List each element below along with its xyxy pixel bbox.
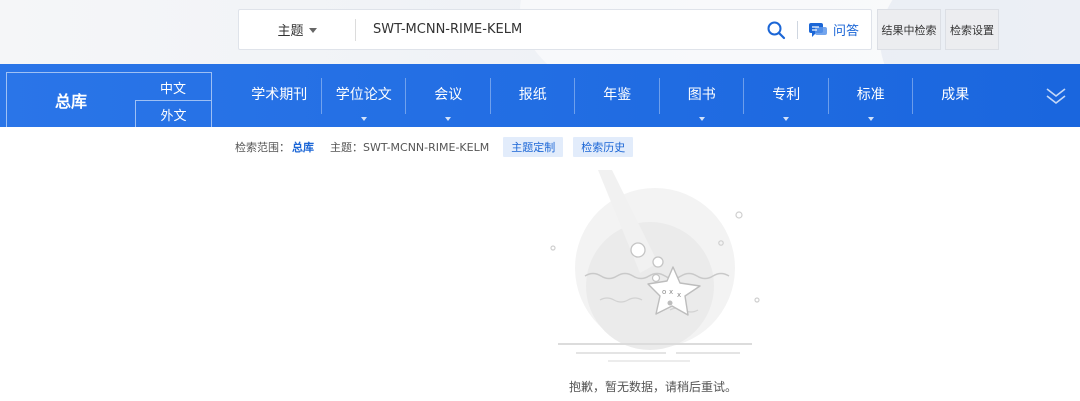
search-icon[interactable] bbox=[761, 15, 791, 45]
nav-item[interactable]: 学位论文 bbox=[322, 64, 406, 127]
empty-state-message-row: 抱歉，暂无数据，请稍后重试。 bbox=[0, 376, 1080, 395]
search-input[interactable] bbox=[356, 10, 761, 49]
nav-item[interactable]: 年鉴 bbox=[575, 64, 660, 127]
search-settings-button[interactable]: 检索设置 bbox=[945, 9, 999, 50]
scope-topic: 主题：SWT-MCNN-RIME-KELM bbox=[330, 141, 490, 154]
search-history-button[interactable]: 检索历史 bbox=[573, 137, 634, 157]
svg-text:x: x bbox=[677, 291, 681, 299]
qa-button[interactable]: 问答 bbox=[808, 20, 859, 39]
caret-down-icon bbox=[867, 117, 874, 121]
caret-down-icon bbox=[783, 117, 790, 121]
empty-state-illustration: o x x bbox=[540, 168, 770, 370]
svg-text:x: x bbox=[669, 288, 673, 296]
scope-prefix: 检索范围： bbox=[235, 141, 290, 154]
nav-item[interactable]: 成果 bbox=[913, 64, 998, 127]
nav-item[interactable]: 报纸 bbox=[491, 64, 575, 127]
topic-custom-button[interactable]: 主题定制 bbox=[503, 137, 564, 157]
nav-item[interactable]: 会议 bbox=[406, 64, 491, 127]
nav-item[interactable]: 学术期刊 bbox=[237, 64, 322, 127]
empty-state-message: 抱歉，暂无数据，请稍后重试。 bbox=[568, 380, 737, 394]
search-field-select[interactable]: 主题 bbox=[239, 10, 355, 49]
caret-down-icon bbox=[445, 117, 452, 121]
tab-total-label[interactable]: 总库 bbox=[7, 73, 135, 127]
chat-icon bbox=[808, 22, 827, 37]
expand-more-icon[interactable] bbox=[1044, 84, 1068, 108]
caret-down-icon bbox=[308, 28, 317, 33]
nav-item[interactable]: 图书 bbox=[660, 64, 744, 127]
language-switch: 中文 外文 bbox=[135, 73, 211, 128]
search-in-results-button[interactable]: 结果中检索 bbox=[877, 9, 941, 50]
nav-item-label: 学术期刊 bbox=[251, 87, 308, 103]
nav-item[interactable]: 专利 bbox=[744, 64, 829, 127]
tab-total-library: 总库 中文 外文 bbox=[6, 72, 212, 128]
nav-item-label: 年鉴 bbox=[603, 87, 632, 103]
nav-item[interactable]: 标准 bbox=[829, 64, 913, 127]
search-scope-row: 检索范围： 总库 主题：SWT-MCNN-RIME-KELM 主题定制 检索历史 bbox=[235, 137, 643, 157]
qa-label: 问答 bbox=[832, 24, 859, 39]
divider bbox=[796, 20, 798, 39]
database-nav: 总库 中文 外文 学术期刊 学位论文 会议 报纸 年鉴 图书 专利 标准 成果 bbox=[0, 64, 1080, 128]
nav-item-label: 成果 bbox=[941, 87, 970, 103]
scope-total[interactable]: 总库 bbox=[292, 139, 314, 155]
search-field-label: 主题 bbox=[277, 24, 304, 39]
nav-items: 学术期刊 学位论文 会议 报纸 年鉴 图书 专利 标准 成果 bbox=[237, 64, 998, 127]
svg-text:o: o bbox=[662, 288, 666, 296]
nav-item-label: 报纸 bbox=[518, 87, 547, 103]
caret-down-icon bbox=[360, 117, 367, 121]
lang-chinese[interactable]: 中文 bbox=[135, 73, 211, 101]
search-bar: 主题 问答 bbox=[238, 9, 872, 50]
lang-foreign[interactable]: 外文 bbox=[135, 100, 211, 128]
caret-down-icon bbox=[698, 117, 705, 121]
